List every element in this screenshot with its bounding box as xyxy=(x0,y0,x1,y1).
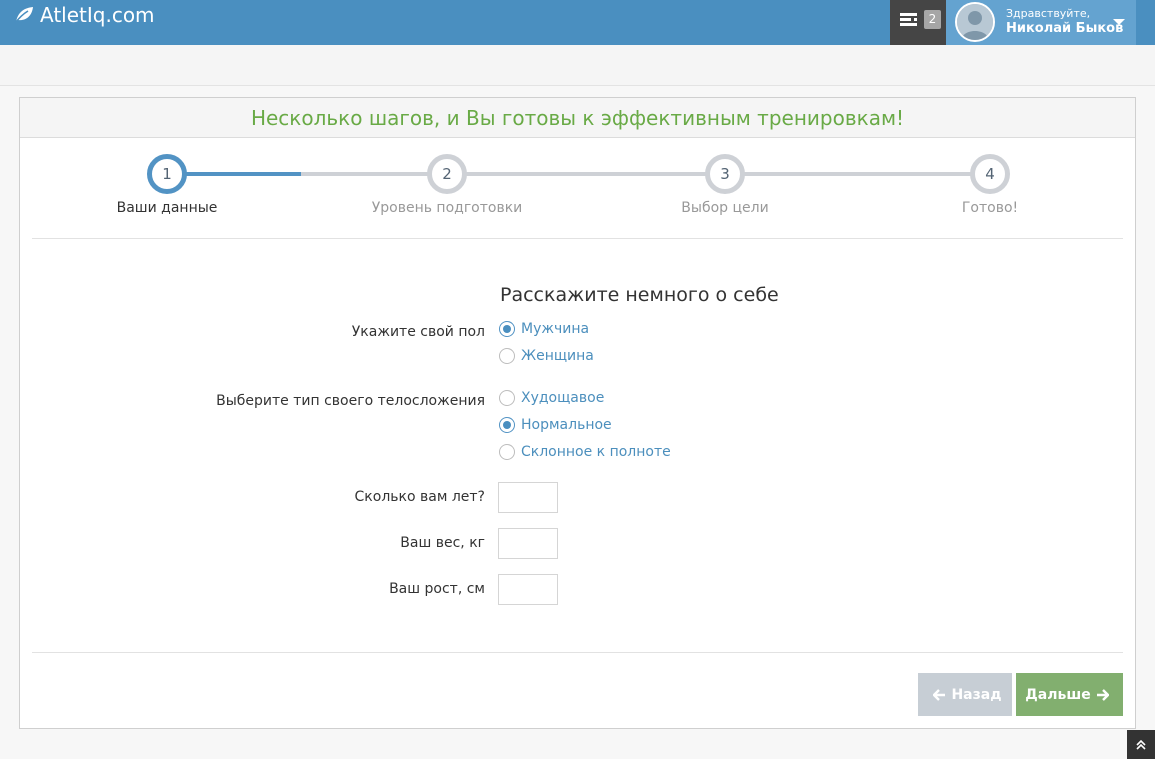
tasks-count-badge: 2 xyxy=(924,10,941,29)
user-menu[interactable]: Здравствуйте, Николай Быков xyxy=(946,0,1136,45)
scroll-to-top-button[interactable] xyxy=(1127,730,1155,759)
height-input[interactable] xyxy=(498,574,558,605)
weight-label: Ваш вес, кг xyxy=(400,535,485,551)
user-name: Николай Быков xyxy=(1006,21,1124,36)
radio-heavy[interactable] xyxy=(499,444,515,460)
wizard-panel: Несколько шагов, и Вы готовы к эффективн… xyxy=(19,97,1136,729)
caret-down-icon xyxy=(1113,19,1125,25)
divider xyxy=(32,238,1123,239)
step-4-label: Готово! xyxy=(961,200,1019,216)
step-3-circle[interactable]: 3 xyxy=(705,154,745,194)
gender-option-female[interactable]: Женщина xyxy=(499,348,594,364)
gender-option-male[interactable]: Мужчина xyxy=(499,321,589,337)
brand-name: AtletIq.com xyxy=(40,3,155,27)
step-3-label: Выбор цели xyxy=(681,200,769,216)
next-button[interactable]: Дальше xyxy=(1016,673,1123,716)
body-type-option-normal[interactable]: Нормальное xyxy=(499,417,612,433)
form-title: Расскажите немного о себе xyxy=(500,284,779,306)
radio-female[interactable] xyxy=(499,348,515,364)
user-avatar-icon xyxy=(957,4,993,40)
radio-normal[interactable] xyxy=(499,417,515,433)
body-type-option-heavy[interactable]: Склонное к полноте xyxy=(499,444,671,460)
weight-input[interactable] xyxy=(498,528,558,559)
radio-slim[interactable] xyxy=(499,390,515,406)
avatar xyxy=(955,2,995,42)
arrow-left-icon xyxy=(933,688,946,701)
age-input[interactable] xyxy=(498,482,558,513)
radio-label-male[interactable]: Мужчина xyxy=(521,321,589,337)
radio-label-heavy[interactable]: Склонное к полноте xyxy=(521,444,671,460)
radio-label-normal[interactable]: Нормальное xyxy=(521,417,612,433)
brand-logo[interactable]: AtletIq.com xyxy=(14,2,155,28)
next-button-label: Дальше xyxy=(1025,686,1091,703)
radio-label-female[interactable]: Женщина xyxy=(521,348,594,364)
back-button-label: Назад xyxy=(951,686,1002,703)
body-type-label: Выберите тип своего телосложения xyxy=(216,393,485,409)
double-angle-up-icon xyxy=(1136,739,1146,750)
step-1-label: Ваши данные xyxy=(116,200,218,216)
step-4-circle[interactable]: 4 xyxy=(970,154,1010,194)
top-navbar: AtletIq.com 2 Здравствуйте, Николай Быко… xyxy=(0,0,1155,45)
body-type-option-slim[interactable]: Худощавое xyxy=(499,390,604,406)
height-label: Ваш рост, см xyxy=(389,581,485,597)
leaf-icon xyxy=(14,7,33,24)
step-1-circle[interactable]: 1 xyxy=(147,154,187,194)
step-2-label: Уровень подготовки xyxy=(371,200,523,216)
age-label: Сколько вам лет? xyxy=(354,489,485,505)
tasks-icon xyxy=(900,13,917,26)
wizard-title: Несколько шагов, и Вы готовы к эффективн… xyxy=(20,98,1135,138)
radio-label-slim[interactable]: Худощавое xyxy=(521,390,604,406)
greeting-text: Здравствуйте, xyxy=(1006,7,1091,20)
back-button[interactable]: Назад xyxy=(918,673,1012,716)
divider xyxy=(32,652,1123,653)
breadcrumb-bar xyxy=(0,45,1155,86)
step-2-circle[interactable]: 2 xyxy=(427,154,467,194)
radio-male[interactable] xyxy=(499,321,515,337)
arrow-right-icon xyxy=(1096,688,1109,701)
gender-label: Укажите свой пол xyxy=(351,324,485,340)
